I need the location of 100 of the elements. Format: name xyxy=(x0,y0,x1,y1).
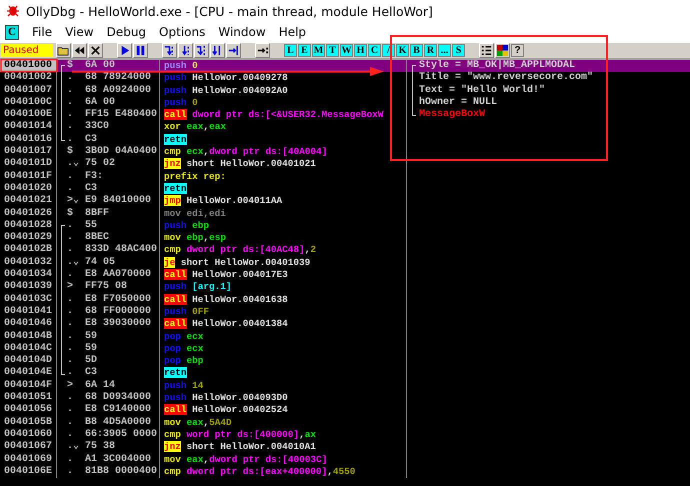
operand: edi,edi xyxy=(186,208,226,219)
mnemonic: call xyxy=(164,294,187,305)
hex-cell: 66:3905 0000 xyxy=(85,428,160,442)
code-row[interactable]: 0040103C . E8 F7050000 call HelloWor.00401638 xyxy=(0,294,690,306)
marker-cell-text: . xyxy=(67,318,74,331)
menu-item[interactable]: Help xyxy=(278,25,306,39)
open-folder-icon[interactable] xyxy=(56,43,71,58)
code-row[interactable]: 00401020 . C3 retn xyxy=(0,182,690,196)
trace-over-icon[interactable] xyxy=(210,43,225,58)
menu-item[interactable]: File xyxy=(32,25,52,39)
toolbar-button[interactable]: K xyxy=(396,44,409,57)
code-row[interactable]: 0040104F > 6A 14 push 14 xyxy=(0,380,690,392)
menu-item[interactable]: Window xyxy=(218,25,266,39)
code-row[interactable]: 00401046 . E8 39030000 call HelloWor.00401384 xyxy=(0,318,690,331)
mnemonic: push xyxy=(164,84,187,96)
mnemonic: call xyxy=(164,318,187,330)
marker-cell-text: >⌄ xyxy=(67,195,80,208)
mnemonic: mov xyxy=(164,208,181,219)
marker-cell-text: . xyxy=(67,134,74,146)
code-row[interactable]: 0040106E . 81B8 0000400 cmp dword ptr ds:[eax+400000],4550 xyxy=(0,466,690,478)
pause-icon[interactable] xyxy=(133,43,148,58)
menu-item[interactable]: Options xyxy=(159,25,206,39)
trace-into-icon[interactable] xyxy=(194,43,209,58)
operand: [arg.1] xyxy=(192,281,232,292)
mnemonic: push xyxy=(164,72,187,84)
address-cell: 0040105B xyxy=(0,416,57,429)
code-row[interactable]: 00401034 . E8 AA070000 call HelloWor.004017E3 xyxy=(0,269,690,282)
toolbar-button[interactable]: S xyxy=(452,44,465,57)
grid-icon[interactable] xyxy=(495,43,510,58)
marker-cell-text: . xyxy=(67,220,74,232)
toolbar-button[interactable]: H xyxy=(354,44,367,57)
marker-cell-text: $ xyxy=(67,208,74,220)
toolbar-button[interactable]: T xyxy=(326,44,339,57)
cpu-icon[interactable]: C xyxy=(5,24,19,40)
code-row[interactable]: 0040100E . FF15 E480400 call dword ptr ds:[<&USER32.MessageBoxW MessageBoxW xyxy=(0,109,690,122)
operand: , xyxy=(203,454,210,464)
return-arrow-icon[interactable] xyxy=(226,43,241,58)
address-cell: 00401026 xyxy=(0,208,57,220)
mnemonic: mov xyxy=(164,416,181,428)
address-cell: 0040101F xyxy=(0,170,57,183)
toolbar-button[interactable]: M xyxy=(312,44,325,57)
code-row[interactable]: 00401056 . E8 C9140000 call HelloWor.00402524 xyxy=(0,404,690,417)
mnemonic: call xyxy=(164,109,187,120)
code-row[interactable]: 0040101D .⌄ 75 02 jnz short HelloWor.00401021 xyxy=(0,158,690,171)
code-row[interactable]: 00401028 . 55 push ebp xyxy=(0,220,690,232)
hex-cell: A1 3C004000 xyxy=(85,454,160,466)
operand: , xyxy=(304,244,310,256)
marker-cell-text: . xyxy=(67,330,74,343)
code-row[interactable]: 0040104B . 59 pop ecx xyxy=(0,330,690,343)
play-icon[interactable] xyxy=(117,43,132,58)
code-row[interactable]: 00401021 >⌄ E9 84010000 jmp HelloWor.004011AA xyxy=(0,195,690,208)
hex-cell: 8BEC xyxy=(85,232,160,244)
toolbar-button[interactable]: ... xyxy=(438,44,451,57)
step-over-icon[interactable] xyxy=(178,43,193,58)
marker-cell-text: . xyxy=(67,72,74,85)
toolbar-button[interactable]: W xyxy=(340,44,353,57)
code-row[interactable]: 00401026 $ 8BFF mov edi,edi xyxy=(0,208,690,220)
comment-text: Title = "www.reversecore.com" xyxy=(419,72,594,84)
mnemonic: call xyxy=(164,404,187,416)
mnemonic: call xyxy=(164,269,187,280)
code-row[interactable]: 00401007 . 68 A0924000 push HelloWor.004092A0 Text = "Hello World!" xyxy=(0,84,690,97)
help-button[interactable]: ? xyxy=(511,44,524,57)
code-row[interactable]: 0040104E . C3 retn xyxy=(0,367,690,380)
marker-cell-text: . xyxy=(67,294,74,306)
operand: , xyxy=(299,428,305,440)
menu-item[interactable]: Debug xyxy=(106,25,146,39)
operand: ebp xyxy=(192,220,210,231)
rewind-icon[interactable] xyxy=(72,43,87,58)
toolbar-button[interactable]: B xyxy=(410,44,423,57)
marker-cell-text: . xyxy=(67,170,74,183)
code-row[interactable]: 00401067 .⌄ 75 38 jnz short HelloWor.004010A1 xyxy=(0,441,690,454)
code-row[interactable]: 0040105B . B8 4D5A0000 mov eax,5A4D xyxy=(0,416,690,429)
mnemonic: jnz xyxy=(164,158,181,170)
toolbar-button[interactable]: E xyxy=(298,44,311,57)
hex-cell: 59 xyxy=(85,342,160,356)
operand: ebp xyxy=(186,355,204,366)
hex-cell: 6A 00 xyxy=(85,60,160,72)
operand: short HelloWor.00401021 xyxy=(186,158,316,170)
step-into-icon[interactable] xyxy=(162,43,177,58)
close-icon[interactable] xyxy=(88,43,103,58)
marker-cell-text: . xyxy=(67,428,74,442)
toolbar-button[interactable]: R xyxy=(424,44,437,57)
code-row[interactable]: 00401000 $ 6A 00 push 0 Style = MB_OK|MB_APPLMODAL xyxy=(0,60,690,72)
code-row[interactable]: 00401029 . 8BEC mov ebp,esp xyxy=(0,232,690,244)
toolbar-button[interactable]: C xyxy=(368,44,381,57)
operand: esp xyxy=(209,232,226,244)
toolbar-button[interactable]: L xyxy=(284,44,297,57)
menu-item[interactable]: View xyxy=(65,25,94,39)
code-row[interactable]: 0040104C . 59 pop ecx xyxy=(0,342,690,356)
arrow-colon-icon[interactable] xyxy=(255,43,270,58)
mnemonic: push xyxy=(164,220,187,231)
hex-cell: 833D 48AC400 xyxy=(85,244,160,257)
mnemonic: push xyxy=(164,380,187,391)
code-row[interactable]: 00401069 . A1 3C004000 mov eax,dword ptr ds:[40003C] xyxy=(0,454,690,466)
address-cell: 00401016 xyxy=(0,134,57,146)
hex-cell: FF15 E480400 xyxy=(85,109,160,122)
hex-cell: 81B8 0000400 xyxy=(85,466,160,478)
mnemonic: push xyxy=(164,392,187,404)
list-icon[interactable] xyxy=(479,43,494,58)
code-row[interactable]: 00401016 . C3 retn xyxy=(0,134,690,146)
